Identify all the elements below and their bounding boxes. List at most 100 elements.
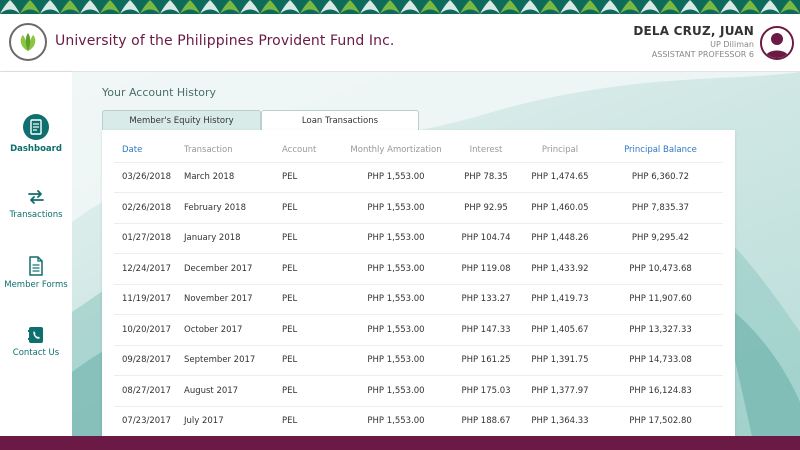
cell-interest: PHP 188.67	[450, 406, 522, 436]
cell-date: 03/26/2018	[114, 162, 184, 193]
cell-monthly-amortization: PHP 1,553.00	[342, 223, 450, 254]
cell-transaction: February 2018	[184, 192, 282, 224]
cell-transaction: November 2017	[184, 284, 282, 315]
cell-interest: PHP 147.33	[450, 314, 522, 346]
user-name: DELA CRUZ, JUAN	[633, 24, 754, 38]
cell-account: PEL	[282, 284, 342, 315]
cell-principal-balance: PHP 13,327.33	[598, 314, 723, 346]
document-icon	[29, 256, 43, 276]
table-row: 02/26/2018 February 2018 PEL PHP 1,553.0…	[114, 192, 723, 224]
sidebar-item-label: Transactions	[9, 210, 63, 220]
sidebar-item-dashboard[interactable]: Dashboard	[0, 114, 72, 154]
top-decorative-pattern	[0, 0, 800, 14]
cell-interest: PHP 104.74	[450, 223, 522, 254]
sidebar-item-label: Contact Us	[12, 348, 60, 358]
cell-transaction: December 2017	[184, 253, 282, 285]
cell-transaction: January 2018	[184, 223, 282, 254]
cell-account: PEL	[282, 223, 342, 254]
app-header: University of the Philippines Provident …	[0, 14, 800, 72]
cell-monthly-amortization: PHP 1,553.00	[342, 314, 450, 346]
cell-date: 10/20/2017	[114, 314, 184, 346]
table-row: 07/23/2017 July 2017 PEL PHP 1,553.00 PH…	[114, 406, 723, 436]
column-header-principal-balance[interactable]: Principal Balance	[598, 138, 723, 163]
cell-monthly-amortization: PHP 1,553.00	[342, 192, 450, 224]
table-row: 08/27/2017 August 2017 PEL PHP 1,553.00 …	[114, 375, 723, 407]
cell-date: 07/23/2017	[114, 406, 184, 436]
cell-transaction: October 2017	[184, 314, 282, 346]
tab-members-equity-history[interactable]: Member's Equity History	[102, 110, 261, 130]
cell-interest: PHP 175.03	[450, 375, 522, 407]
table-row: 11/19/2017 November 2017 PEL PHP 1,553.0…	[114, 284, 723, 315]
sidebar-item-transactions[interactable]: Transactions	[0, 188, 72, 220]
cell-principal-balance: PHP 16,124.83	[598, 375, 723, 407]
cell-monthly-amortization: PHP 1,553.00	[342, 253, 450, 285]
cell-principal: PHP 1,377.97	[522, 375, 598, 407]
cell-principal-balance: PHP 6,360.72	[598, 162, 723, 193]
cell-account: PEL	[282, 253, 342, 285]
cell-monthly-amortization: PHP 1,553.00	[342, 375, 450, 407]
cell-monthly-amortization: PHP 1,553.00	[342, 406, 450, 436]
sidebar-item-contact-us[interactable]: Contact Us	[0, 326, 72, 358]
table-row: 09/28/2017 September 2017 PEL PHP 1,553.…	[114, 345, 723, 376]
table-row: 12/24/2017 December 2017 PEL PHP 1,553.0…	[114, 253, 723, 285]
cell-transaction: March 2018	[184, 162, 282, 193]
table-row: 01/27/2018 January 2018 PEL PHP 1,553.00…	[114, 223, 723, 254]
cell-date: 12/24/2017	[114, 253, 184, 285]
cell-transaction: September 2017	[184, 345, 282, 376]
dashboard-icon	[23, 114, 49, 140]
cell-principal-balance: PHP 11,907.60	[598, 284, 723, 315]
cell-interest: PHP 92.95	[450, 192, 522, 224]
cell-interest: PHP 161.25	[450, 345, 522, 376]
cell-date: 02/26/2018	[114, 192, 184, 224]
cell-monthly-amortization: PHP 1,553.00	[342, 345, 450, 376]
org-logo[interactable]	[9, 23, 47, 61]
cell-principal: PHP 1,419.73	[522, 284, 598, 315]
column-header-transaction: Transaction	[184, 138, 282, 163]
main-content: Your Account History Member's Equity His…	[72, 72, 800, 436]
cell-account: PEL	[282, 406, 342, 436]
table-header-row: Date Transaction Account Monthly Amortiz…	[114, 138, 723, 163]
cell-principal-balance: PHP 9,295.42	[598, 223, 723, 254]
user-info: DELA CRUZ, JUAN UP Diliman ASSISTANT PRO…	[633, 24, 754, 59]
user-avatar[interactable]	[760, 26, 794, 60]
cell-date: 01/27/2018	[114, 223, 184, 254]
cell-principal-balance: PHP 17,502.80	[598, 406, 723, 436]
cell-account: PEL	[282, 192, 342, 224]
cell-principal: PHP 1,391.75	[522, 345, 598, 376]
cell-principal: PHP 1,364.33	[522, 406, 598, 436]
cell-interest: PHP 78.35	[450, 162, 522, 193]
sidebar-item-label: Dashboard	[10, 144, 62, 154]
cell-account: PEL	[282, 162, 342, 193]
user-position: ASSISTANT PROFESSOR 6	[651, 50, 754, 59]
cell-date: 08/27/2017	[114, 375, 184, 407]
loan-transactions-card: Date Transaction Account Monthly Amortiz…	[102, 130, 735, 436]
column-header-monthly-amortization: Monthly Amortization	[342, 138, 450, 163]
cell-principal: PHP 1,448.26	[522, 223, 598, 254]
transactions-arrows-icon	[28, 190, 44, 204]
column-header-interest: Interest	[450, 138, 522, 163]
cell-monthly-amortization: PHP 1,553.00	[342, 162, 450, 193]
sidebar-item-member-forms[interactable]: Member Forms	[0, 256, 72, 290]
cell-interest: PHP 119.08	[450, 253, 522, 285]
column-header-principal: Principal	[522, 138, 598, 163]
cell-principal-balance: PHP 10,473.68	[598, 253, 723, 285]
org-title: University of the Philippines Provident …	[55, 33, 395, 49]
cell-principal-balance: PHP 14,733.08	[598, 345, 723, 376]
column-header-date[interactable]: Date	[114, 138, 184, 163]
cell-monthly-amortization: PHP 1,553.00	[342, 284, 450, 315]
cell-principal: PHP 1,405.67	[522, 314, 598, 346]
footer-bar	[0, 436, 800, 450]
cell-transaction: July 2017	[184, 406, 282, 436]
column-header-account: Account	[282, 138, 342, 163]
cell-transaction: August 2017	[184, 375, 282, 407]
tab-loan-transactions[interactable]: Loan Transactions	[261, 110, 419, 130]
cell-principal: PHP 1,433.92	[522, 253, 598, 285]
loan-transactions-table: Date Transaction Account Monthly Amortiz…	[114, 138, 723, 436]
section-title: Your Account History	[102, 86, 217, 99]
cell-date: 09/28/2017	[114, 345, 184, 376]
cell-account: PEL	[282, 375, 342, 407]
user-unit: UP Diliman	[710, 40, 754, 49]
cell-interest: PHP 133.27	[450, 284, 522, 315]
cell-date: 11/19/2017	[114, 284, 184, 315]
cell-principal: PHP 1,474.65	[522, 162, 598, 193]
